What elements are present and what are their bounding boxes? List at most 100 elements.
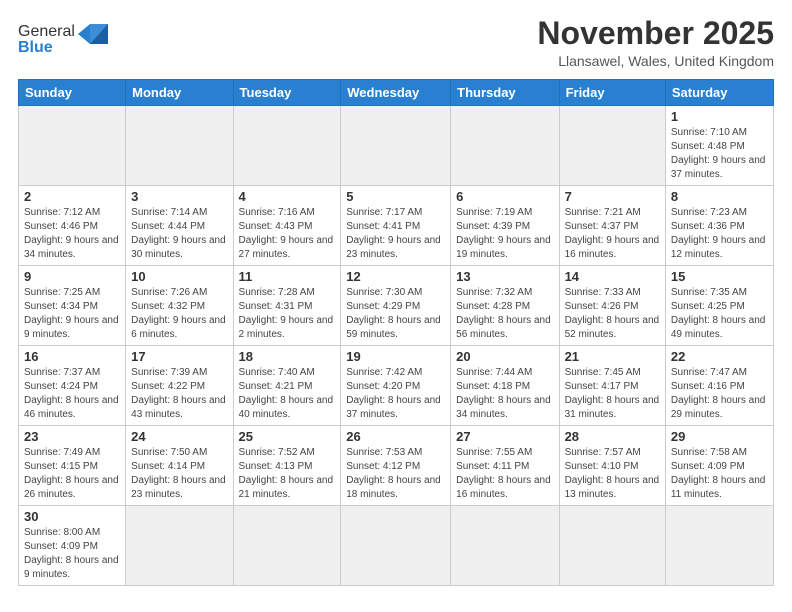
calendar-cell	[559, 106, 665, 186]
header: General Blue November 2025 Llansawel, Wa…	[18, 16, 774, 69]
calendar-cell: 4Sunrise: 7:16 AM Sunset: 4:43 PM Daylig…	[233, 186, 341, 266]
day-number: 12	[346, 269, 445, 284]
day-info: Sunrise: 7:14 AM Sunset: 4:44 PM Dayligh…	[131, 206, 227, 262]
calendar-week-row: 16 Sunrise: 7:37 AM Sunset: 4:24 PM Dayli…	[19, 346, 774, 426]
day-info: Sunrise: 7:12 AM Sunset: 4:46 PM Dayligh…	[24, 206, 120, 262]
day-number: 19	[346, 349, 445, 364]
day-number: 24	[131, 429, 227, 444]
calendar-cell: 16 Sunrise: 7:37 AM Sunset: 4:24 PM Dayli…	[19, 346, 126, 426]
calendar-cell	[233, 506, 341, 586]
day-info: Sunrise: 7:23 AM Sunset: 4:36 PM Dayligh…	[671, 206, 768, 262]
calendar-cell	[451, 106, 559, 186]
day-number: 28	[565, 429, 660, 444]
month-title: November 2025	[537, 16, 774, 51]
calendar-week-row: 1 Sunrise: 7:10 AM Sunset: 4:48 PM Daylig…	[19, 106, 774, 186]
calendar-cell: 22 Sunrise: 7:47 AM Sunset: 4:16 PM Dayli…	[665, 346, 773, 426]
day-info: Sunrise: 7:19 AM Sunset: 4:39 PM Dayligh…	[456, 206, 553, 262]
day-number: 30	[24, 509, 120, 524]
calendar-cell: 15 Sunrise: 7:35 AM Sunset: 4:25 PM Dayli…	[665, 266, 773, 346]
day-number: 6	[456, 189, 553, 204]
calendar-cell: 12 Sunrise: 7:30 AM Sunset: 4:29 PM Dayli…	[341, 266, 451, 346]
day-info: Sunrise: 7:57 AM Sunset: 4:10 PM Dayligh…	[565, 446, 660, 502]
day-info: Sunrise: 7:25 AM Sunset: 4:34 PM Dayligh…	[24, 286, 120, 342]
calendar-cell	[126, 106, 233, 186]
title-section: November 2025 Llansawel, Wales, United K…	[537, 16, 774, 69]
calendar-cell: 1 Sunrise: 7:10 AM Sunset: 4:48 PM Daylig…	[665, 106, 773, 186]
header-monday: Monday	[126, 80, 233, 106]
calendar-week-row: 23Sunrise: 7:49 AM Sunset: 4:15 PM Dayli…	[19, 426, 774, 506]
day-info: Sunrise: 7:53 AM Sunset: 4:12 PM Dayligh…	[346, 446, 445, 502]
day-info: Sunrise: 7:40 AM Sunset: 4:21 PM Dayligh…	[239, 366, 336, 422]
weekday-header-row: Sunday Monday Tuesday Wednesday Thursday…	[19, 80, 774, 106]
calendar-cell: 10 Sunrise: 7:26 AM Sunset: 4:32 PM Dayli…	[126, 266, 233, 346]
calendar-cell: 25 Sunrise: 7:52 AM Sunset: 4:13 PM Dayli…	[233, 426, 341, 506]
calendar-cell	[451, 506, 559, 586]
day-number: 9	[24, 269, 120, 284]
calendar-cell: 11Sunrise: 7:28 AM Sunset: 4:31 PM Dayli…	[233, 266, 341, 346]
day-info: Sunrise: 7:44 AM Sunset: 4:18 PM Dayligh…	[456, 366, 553, 422]
header-tuesday: Tuesday	[233, 80, 341, 106]
day-info: Sunrise: 7:37 AM Sunset: 4:24 PM Dayligh…	[24, 366, 120, 422]
calendar-cell: 8Sunrise: 7:23 AM Sunset: 4:36 PM Daylig…	[665, 186, 773, 266]
day-number: 18	[239, 349, 336, 364]
calendar-cell	[341, 506, 451, 586]
calendar-week-row: 2 Sunrise: 7:12 AM Sunset: 4:46 PM Daylig…	[19, 186, 774, 266]
day-info: Sunrise: 7:16 AM Sunset: 4:43 PM Dayligh…	[239, 206, 336, 262]
day-info: Sunrise: 7:17 AM Sunset: 4:41 PM Dayligh…	[346, 206, 445, 262]
day-number: 22	[671, 349, 768, 364]
day-number: 25	[239, 429, 336, 444]
day-info: Sunrise: 7:33 AM Sunset: 4:26 PM Dayligh…	[565, 286, 660, 342]
calendar-cell: 24 Sunrise: 7:50 AM Sunset: 4:14 PM Dayli…	[126, 426, 233, 506]
day-number: 3	[131, 189, 227, 204]
day-number: 21	[565, 349, 660, 364]
day-number: 27	[456, 429, 553, 444]
calendar-cell	[233, 106, 341, 186]
day-info: Sunrise: 7:28 AM Sunset: 4:31 PM Dayligh…	[239, 286, 336, 342]
day-number: 7	[565, 189, 660, 204]
logo: General Blue	[18, 16, 108, 58]
calendar-cell: 3 Sunrise: 7:14 AM Sunset: 4:44 PM Daylig…	[126, 186, 233, 266]
day-info: Sunrise: 7:26 AM Sunset: 4:32 PM Dayligh…	[131, 286, 227, 342]
day-info: Sunrise: 7:47 AM Sunset: 4:16 PM Dayligh…	[671, 366, 768, 422]
day-number: 14	[565, 269, 660, 284]
calendar-cell: 2 Sunrise: 7:12 AM Sunset: 4:46 PM Daylig…	[19, 186, 126, 266]
day-number: 17	[131, 349, 227, 364]
calendar-cell	[559, 506, 665, 586]
day-number: 1	[671, 109, 768, 124]
day-number: 10	[131, 269, 227, 284]
day-info: Sunrise: 7:55 AM Sunset: 4:11 PM Dayligh…	[456, 446, 553, 502]
calendar-cell: 9 Sunrise: 7:25 AM Sunset: 4:34 PM Daylig…	[19, 266, 126, 346]
day-info: Sunrise: 7:35 AM Sunset: 4:25 PM Dayligh…	[671, 286, 768, 342]
svg-text:General: General	[18, 23, 75, 40]
calendar-cell: 14 Sunrise: 7:33 AM Sunset: 4:26 PM Dayli…	[559, 266, 665, 346]
day-number: 13	[456, 269, 553, 284]
day-info: Sunrise: 7:39 AM Sunset: 4:22 PM Dayligh…	[131, 366, 227, 422]
calendar-cell: 30Sunrise: 8:00 AM Sunset: 4:09 PM Dayli…	[19, 506, 126, 586]
calendar-cell: 13Sunrise: 7:32 AM Sunset: 4:28 PM Dayli…	[451, 266, 559, 346]
calendar-cell: 5 Sunrise: 7:17 AM Sunset: 4:41 PM Daylig…	[341, 186, 451, 266]
calendar-cell: 29Sunrise: 7:58 AM Sunset: 4:09 PM Dayli…	[665, 426, 773, 506]
day-info: Sunrise: 7:50 AM Sunset: 4:14 PM Dayligh…	[131, 446, 227, 502]
day-number: 5	[346, 189, 445, 204]
day-number: 16	[24, 349, 120, 364]
day-info: Sunrise: 7:52 AM Sunset: 4:13 PM Dayligh…	[239, 446, 336, 502]
calendar-cell: 27 Sunrise: 7:55 AM Sunset: 4:11 PM Dayli…	[451, 426, 559, 506]
calendar-week-row: 9 Sunrise: 7:25 AM Sunset: 4:34 PM Daylig…	[19, 266, 774, 346]
calendar-cell: 26 Sunrise: 7:53 AM Sunset: 4:12 PM Dayli…	[341, 426, 451, 506]
calendar-cell	[341, 106, 451, 186]
day-info: Sunrise: 7:30 AM Sunset: 4:29 PM Dayligh…	[346, 286, 445, 342]
calendar-cell	[126, 506, 233, 586]
header-sunday: Sunday	[19, 80, 126, 106]
subtitle: Llansawel, Wales, United Kingdom	[537, 53, 774, 69]
header-saturday: Saturday	[665, 80, 773, 106]
calendar-cell: 6 Sunrise: 7:19 AM Sunset: 4:39 PM Daylig…	[451, 186, 559, 266]
calendar-cell: 23Sunrise: 7:49 AM Sunset: 4:15 PM Dayli…	[19, 426, 126, 506]
calendar-cell: 17 Sunrise: 7:39 AM Sunset: 4:22 PM Dayli…	[126, 346, 233, 426]
day-number: 15	[671, 269, 768, 284]
day-number: 26	[346, 429, 445, 444]
calendar: Sunday Monday Tuesday Wednesday Thursday…	[18, 79, 774, 586]
header-thursday: Thursday	[451, 80, 559, 106]
calendar-cell: 21Sunrise: 7:45 AM Sunset: 4:17 PM Dayli…	[559, 346, 665, 426]
day-info: Sunrise: 7:10 AM Sunset: 4:48 PM Dayligh…	[671, 126, 768, 182]
day-number: 2	[24, 189, 120, 204]
